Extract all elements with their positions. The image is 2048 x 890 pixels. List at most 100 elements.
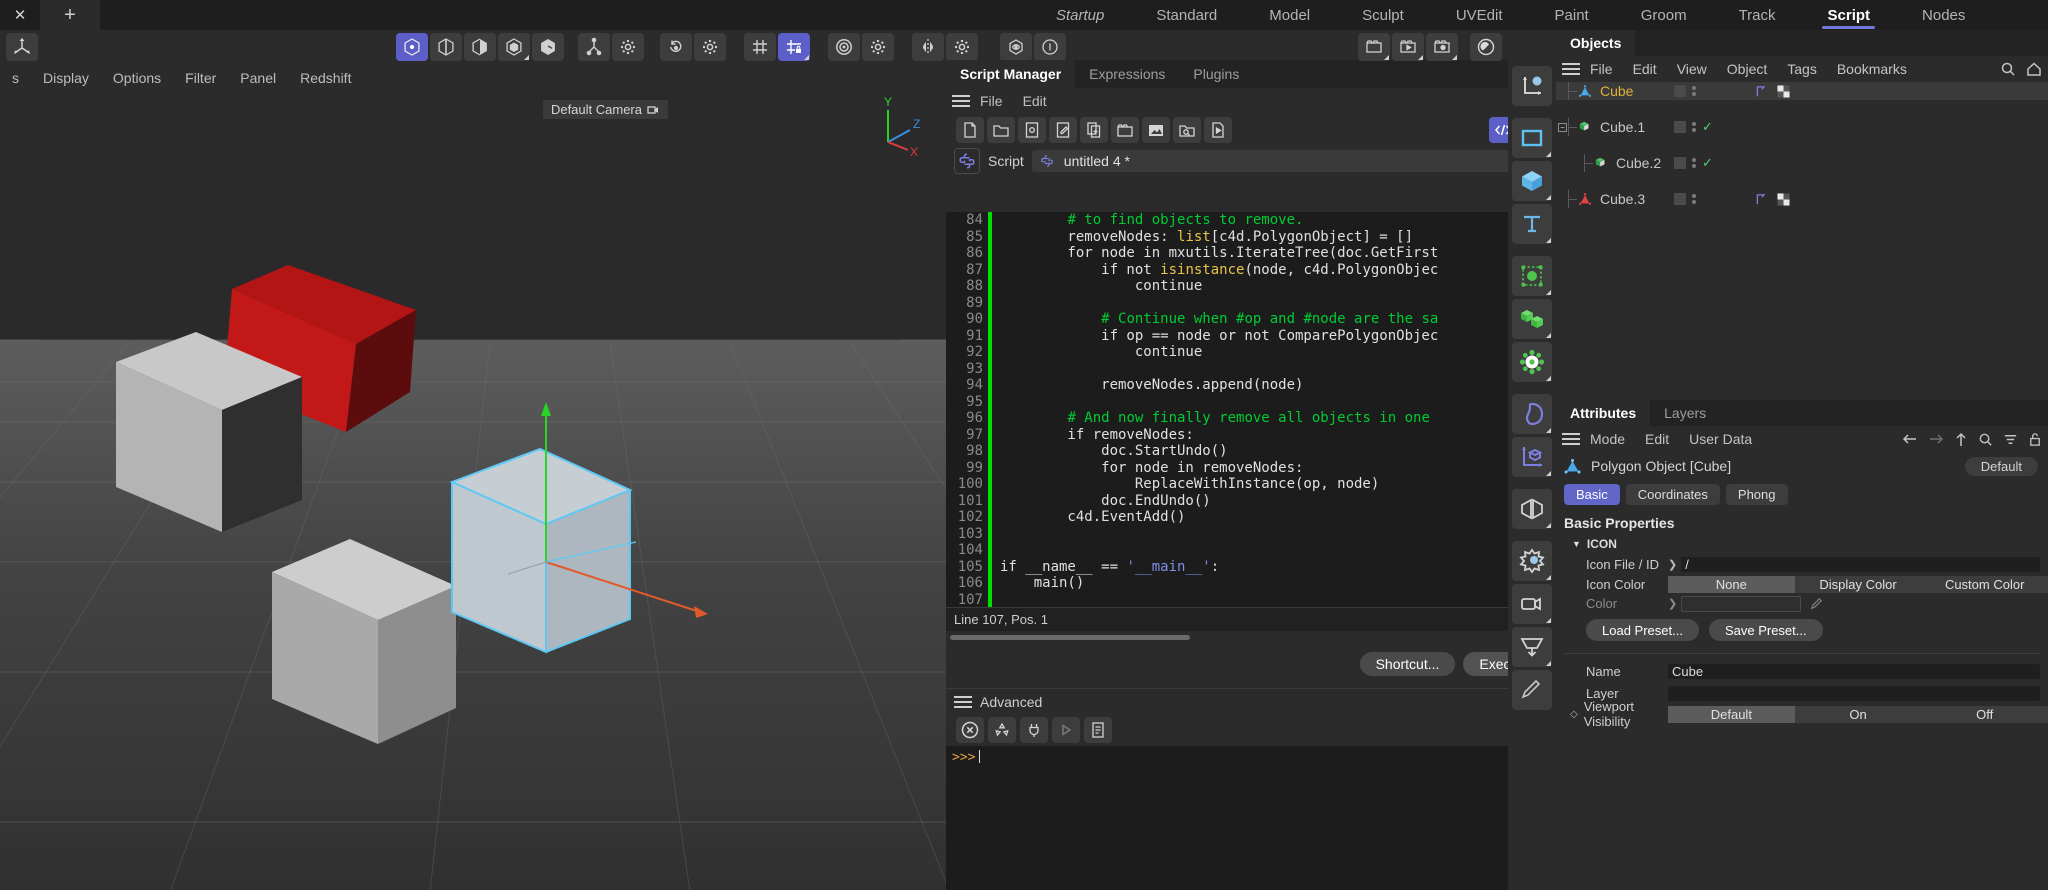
axis-object-icon[interactable]	[1512, 437, 1552, 477]
script-panel-menubar[interactable]: File Edit	[946, 88, 1556, 114]
object-row-controls[interactable]: ✓	[1674, 155, 1713, 171]
text-spline-icon[interactable]	[1512, 204, 1552, 244]
object-tree[interactable]: Cube−Cube.1✓Cube.2✓Cube.3	[1556, 82, 2048, 192]
back-arrow-icon[interactable]	[1902, 432, 1918, 446]
search-icon[interactable]	[1978, 432, 1993, 447]
visibility-toggle-icon[interactable]	[1674, 121, 1686, 133]
code-line[interactable]: doc.StartUndo()	[1000, 443, 1556, 460]
editor-horizontal-scrollbar[interactable]	[950, 635, 1532, 640]
home-icon[interactable]	[2026, 61, 2042, 77]
code-line[interactable]: if removeNodes:	[1000, 427, 1556, 444]
objects-menu-tags[interactable]: Tags	[1777, 61, 1827, 77]
tab-layers[interactable]: Layers	[1650, 400, 1720, 426]
enabled-check-icon[interactable]: ✓	[1702, 119, 1713, 135]
toolbar-group-symmetry[interactable]	[912, 33, 978, 61]
attr-segments-viewport-visibility[interactable]: DefaultOnOff	[1668, 706, 2048, 723]
attributes-menu-right-icons[interactable]	[1902, 432, 2042, 447]
object-axis-icon[interactable]	[6, 33, 38, 61]
attr-row-icon-file[interactable]: Icon File / ID ❯ /	[1556, 555, 2048, 574]
code-line[interactable]: removeNodes.append(node)	[1000, 377, 1556, 394]
code-line[interactable]: continue	[1000, 344, 1556, 361]
viewport-menu-options[interactable]: Options	[101, 70, 173, 86]
toolbar-group-workplane[interactable]	[744, 33, 810, 61]
render-picture-icon[interactable]	[1392, 33, 1424, 61]
cloner-icon[interactable]	[1512, 299, 1552, 339]
hamburger-icon[interactable]	[952, 95, 970, 107]
move-tool-icon[interactable]	[1512, 66, 1552, 106]
attr-segments-icon-color[interactable]: NoneDisplay ColorCustom Color	[1668, 576, 2048, 593]
object-palette-toolbar[interactable]	[1508, 60, 1556, 890]
object-row[interactable]: −Cube.1✓	[1556, 118, 2048, 136]
tab-objects[interactable]: Objects	[1556, 30, 1635, 56]
objects-menu-view[interactable]: View	[1667, 61, 1717, 77]
code-line[interactable]: doc.EndUndo()	[1000, 493, 1556, 510]
code-line[interactable]: # And now finally remove all objects in …	[1000, 410, 1556, 427]
forward-arrow-icon[interactable]	[1928, 432, 1944, 446]
segment-default[interactable]: Default	[1668, 706, 1795, 723]
attr-value-color-swatch[interactable]	[1681, 596, 1801, 612]
object-tags[interactable]	[1756, 85, 1790, 98]
save-as-icon[interactable]	[1049, 117, 1077, 143]
render-view-icon[interactable]	[1358, 33, 1390, 61]
code-line[interactable]: for node in removeNodes:	[1000, 460, 1556, 477]
new-file-icon[interactable]	[956, 117, 984, 143]
toolbar-group-render-buttons[interactable]	[1358, 33, 1458, 61]
objects-panel-tabs[interactable]: Objects	[1556, 30, 2048, 56]
viewport-menu-redshift[interactable]: Redshift	[288, 70, 363, 86]
viewport[interactable]: sDisplayOptionsFilterPanelRedshift	[0, 64, 946, 890]
toolbar-group-axis[interactable]	[6, 33, 38, 61]
search-icon[interactable]	[2000, 61, 2016, 77]
layout-tab-sculpt[interactable]: Sculpt	[1336, 0, 1430, 30]
document-icon[interactable]	[1084, 717, 1112, 743]
texture-tag-icon[interactable]	[1777, 193, 1790, 206]
layout-tab-paint[interactable]: Paint	[1529, 0, 1615, 30]
chevron-right-icon[interactable]: ❯	[1668, 597, 1677, 610]
code-line[interactable]	[1000, 542, 1556, 559]
script-selector-row[interactable]: Script untitled 4 * ▼	[946, 146, 1556, 176]
run-file-icon[interactable]	[1204, 117, 1232, 143]
layout-tab-model[interactable]: Model	[1243, 0, 1336, 30]
script-panel-tabs[interactable]: Script ManagerExpressionsPlugins	[946, 60, 1556, 88]
script-name-dropdown[interactable]: untitled 4 * ▼	[1032, 150, 1548, 172]
attributes-default-chip[interactable]: Default	[1965, 457, 2038, 476]
workplane-icon[interactable]	[744, 33, 776, 61]
camera-label[interactable]: Default Camera	[543, 100, 668, 119]
code-editor[interactable]: 8485868788899091929394959697989910010110…	[946, 212, 1556, 607]
visibility-dots-icon[interactable]	[1692, 158, 1696, 168]
render-settings-icon[interactable]	[1426, 33, 1458, 61]
hamburger-icon[interactable]	[1562, 433, 1580, 445]
visibility-toggle-icon[interactable]	[1674, 85, 1686, 97]
hamburger-icon[interactable]	[954, 696, 972, 708]
camera-icon[interactable]	[1512, 584, 1552, 624]
visibility-dots-icon[interactable]	[1692, 86, 1696, 96]
code-line[interactable]	[1000, 526, 1556, 543]
attributes-menu-edit[interactable]: Edit	[1635, 431, 1679, 447]
target-icon[interactable]	[828, 33, 860, 61]
advanced-console-header[interactable]: Advanced	[946, 688, 1556, 714]
enabled-check-icon[interactable]: ✓	[1702, 155, 1713, 171]
up-arrow-icon[interactable]	[1954, 432, 1968, 447]
viewport-menu-panel[interactable]: Panel	[228, 70, 288, 86]
toolbar-group-modes[interactable]	[396, 33, 564, 61]
code-line[interactable]	[1000, 295, 1556, 312]
code-line[interactable]: continue	[1000, 278, 1556, 295]
save-preset-button[interactable]: Save Preset...	[1709, 619, 1823, 641]
attributes-panel-menubar[interactable]: ModeEditUser Data	[1556, 426, 2048, 452]
code-line[interactable]	[1000, 394, 1556, 411]
object-row-controls[interactable]: ✓	[1674, 119, 1713, 135]
cube-primitive-icon[interactable]	[1512, 161, 1552, 201]
play-icon[interactable]	[1052, 717, 1080, 743]
shortcut-button[interactable]: Shortcut...	[1360, 652, 1456, 676]
open-folder-icon[interactable]	[987, 117, 1015, 143]
image-icon[interactable]	[1142, 117, 1170, 143]
toolbar-group-view[interactable]	[1000, 33, 1066, 61]
attr-chip-phong[interactable]: Phong	[1726, 484, 1788, 505]
viewport-menu-filter[interactable]: Filter	[173, 70, 228, 86]
visibility-toggle-icon[interactable]	[1674, 193, 1686, 205]
code-line[interactable]: main()	[1000, 575, 1556, 592]
edge-mode-icon[interactable]	[430, 33, 462, 61]
rectangle-selection-icon[interactable]	[1512, 118, 1552, 158]
attr-value-icon-file[interactable]: /	[1681, 557, 2040, 572]
visibility-dots-icon[interactable]	[1692, 122, 1696, 132]
code-line[interactable]	[1000, 361, 1556, 378]
